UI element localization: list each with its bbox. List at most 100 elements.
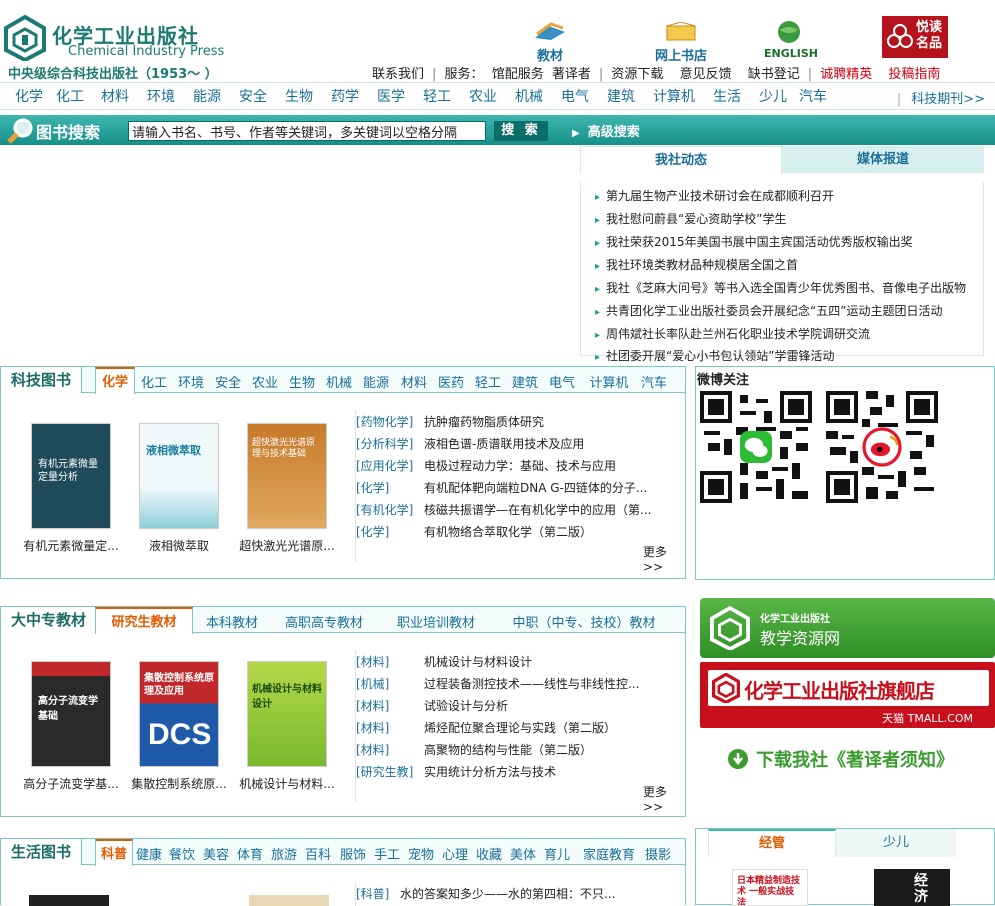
tab-media-reports[interactable]: 媒体报道 <box>782 146 984 173</box>
cat-electrical[interactable]: 电气 <box>561 86 589 106</box>
cat-chemistry[interactable]: 化学 <box>15 86 43 106</box>
news-item[interactable]: 我社慰问蔚县“爱心资助学校”学生 <box>595 210 975 227</box>
press-logo-icon[interactable] <box>4 14 46 63</box>
list-item[interactable]: [材料] 烯烃配位聚合理论与实践（第二版） <box>356 719 616 736</box>
tab-handicraft[interactable]: 手工 <box>374 844 400 863</box>
news-item[interactable]: 共青团化学工业出版社委员会开展纪念“五四”运动主题团日活动 <box>595 302 975 319</box>
cat-chem-eng[interactable]: 化工 <box>56 86 84 106</box>
book-card[interactable]: 集散控制系统原理及应用 DCS 集散控制系统原... <box>119 661 239 792</box>
tab-electrical[interactable]: 电气 <box>549 372 575 391</box>
news-item[interactable]: 周伟斌社长率队赴兰州石化职业技术学院调研交流 <box>595 325 975 342</box>
tab-job-training[interactable]: 职业培训教材 <box>389 612 483 631</box>
news-item[interactable]: 我社《芝麻大问号》等书入选全国青少年优秀图书、音像电子出版物 <box>595 279 975 296</box>
book-card[interactable]: 液相微萃取 液相微萃取 <box>119 423 239 554</box>
tab-parenting[interactable]: 育儿 <box>544 844 570 863</box>
book-cover[interactable] <box>249 895 329 906</box>
news-item[interactable]: 社团委开展“爱心小书包认领站”学雷锋活动 <box>595 347 975 364</box>
list-item[interactable]: [研究生教] 实用统计分析方法与技术 <box>356 763 556 780</box>
tab-secondary-vocational[interactable]: 中职（中专、技校）教材 <box>509 612 659 631</box>
cat-safety[interactable]: 安全 <box>239 86 267 106</box>
textbook-link[interactable]: 教材 <box>530 22 570 64</box>
tmall-store-banner[interactable]: 化学工业出版社旗舰店 天猫 TMALL.COM <box>700 662 995 728</box>
tab-sports[interactable]: 体育 <box>237 844 263 863</box>
teaching-resources-banner[interactable]: 化学工业出版社 教学资源网 <box>700 598 995 658</box>
cat-light-industry[interactable]: 轻工 <box>423 86 451 106</box>
online-bookstore-link[interactable]: 网上书店 <box>648 21 714 64</box>
tab-chem-eng[interactable]: 化工 <box>141 372 167 391</box>
search-button[interactable]: 搜 索 <box>494 121 548 141</box>
list-item[interactable]: [药物化学] 抗肿瘤药物脂质体研究 <box>356 413 544 430</box>
link-authors[interactable]: 著译者 <box>552 67 591 82</box>
download-author-guide-link[interactable]: 下载我社《著译者须知》 <box>756 746 954 772</box>
tab-dining[interactable]: 餐饮 <box>169 844 195 863</box>
link-jobs[interactable]: 诚聘精英 <box>820 67 872 82</box>
tab-materials[interactable]: 材料 <box>401 372 427 391</box>
cat-agriculture[interactable]: 农业 <box>469 86 497 106</box>
list-item[interactable]: [有机化学] 核磁共振谱学—在有机化学中的应用（第... <box>356 501 651 518</box>
list-item[interactable]: [材料] 试验设计与分析 <box>356 697 508 714</box>
cat-machinery[interactable]: 机械 <box>515 86 543 106</box>
tab-apparel[interactable]: 服饰 <box>340 844 366 863</box>
tab-press-news[interactable]: 我社动态 <box>580 146 782 173</box>
book-card[interactable]: 超快激光光谱原理与技术基础 超快激光光谱原... <box>227 423 347 554</box>
tab-travel[interactable]: 旅游 <box>271 844 297 863</box>
news-item[interactable]: 我社环境类教材品种规模居全国之首 <box>595 256 975 273</box>
tech-more-link[interactable]: 更多>> <box>643 543 685 574</box>
tab-machinery[interactable]: 机械 <box>326 372 352 391</box>
tab-children[interactable]: 少儿 <box>836 829 956 857</box>
link-contact[interactable]: 联系我们 <box>372 67 424 82</box>
link-submission[interactable]: 投稿指南 <box>888 67 940 82</box>
book-card[interactable]: 高分子流变学基础 高分子流变学基... <box>11 661 131 792</box>
list-item[interactable]: [科普] 水的答案知多少——水的第四相：不只... <box>356 885 615 902</box>
tab-safety[interactable]: 安全 <box>215 372 241 391</box>
textbook-more-link[interactable]: 更多>> <box>643 783 685 814</box>
cat-biology[interactable]: 生物 <box>285 86 313 106</box>
list-item[interactable]: [化学] 有机物络合萃取化学（第二版） <box>356 523 592 540</box>
tab-pets[interactable]: 宠物 <box>408 844 434 863</box>
book-card[interactable]: 有机元素微量定量分析 有机元素微量定... <box>11 423 131 554</box>
link-library-service[interactable]: 馆配服务 <box>492 67 544 82</box>
tab-undergraduate[interactable]: 本科教材 <box>199 612 265 631</box>
tab-construction[interactable]: 建筑 <box>512 372 538 391</box>
list-item[interactable]: [应用化学] 电极过程动力学：基础、技术与应用 <box>356 457 616 474</box>
tab-body-shaping[interactable]: 美体 <box>510 844 536 863</box>
tab-encyclopedia[interactable]: 百科 <box>305 844 331 863</box>
advanced-search-link[interactable]: ▶ 高级搜索 <box>572 121 640 140</box>
cat-medicine[interactable]: 医学 <box>377 86 405 106</box>
tab-collecting[interactable]: 收藏 <box>476 844 502 863</box>
cat-children[interactable]: 少儿 <box>759 86 787 106</box>
news-item[interactable]: 我社荣获2015年美国书展中国主宾国活动优秀版权输出奖 <box>595 233 975 250</box>
cat-computer[interactable]: 计算机 <box>653 86 695 106</box>
cat-auto[interactable]: 汽车 <box>799 86 827 106</box>
tab-popular-science[interactable]: 科普 <box>95 839 133 866</box>
cat-materials[interactable]: 材料 <box>101 86 129 106</box>
tab-beauty[interactable]: 美容 <box>203 844 229 863</box>
list-item[interactable]: [机械] 过程装备测控技术——线性与非线性控... <box>356 675 639 692</box>
tab-chemistry[interactable]: 化学 <box>95 367 135 394</box>
cat-environment[interactable]: 环境 <box>147 86 175 106</box>
tab-family-education[interactable]: 家庭教育 <box>583 844 635 863</box>
tab-auto[interactable]: 汽车 <box>641 372 667 391</box>
tab-psychology[interactable]: 心理 <box>442 844 468 863</box>
search-input[interactable] <box>128 121 486 141</box>
list-item[interactable]: [材料] 机械设计与材料设计 <box>356 653 532 670</box>
cat-life[interactable]: 生活 <box>713 86 741 106</box>
tab-environment[interactable]: 环境 <box>178 372 204 391</box>
news-item[interactable]: 第九届生物产业技术研讨会在成都顺利召开 <box>595 187 975 204</box>
tab-vocational-college[interactable]: 高职高专教材 <box>279 612 369 631</box>
book-cover[interactable] <box>29 895 109 906</box>
yuedu-logo-icon[interactable]: 悦读名品 <box>882 16 948 58</box>
tab-light-industry[interactable]: 轻工 <box>475 372 501 391</box>
cat-energy[interactable]: 能源 <box>193 86 221 106</box>
periodical-link[interactable]: | 科技期刊>> <box>897 88 985 107</box>
tab-management[interactable]: 经管 <box>708 829 836 857</box>
cat-construction[interactable]: 建筑 <box>607 86 635 106</box>
tab-medicine[interactable]: 医药 <box>438 372 464 391</box>
tab-energy[interactable]: 能源 <box>363 372 389 391</box>
cat-pharmacy[interactable]: 药学 <box>331 86 359 106</box>
list-item[interactable]: [分析科学] 液相色谱-质谱联用技术及应用 <box>356 435 584 452</box>
link-downloads[interactable]: 资源下载 <box>611 67 663 82</box>
book-card[interactable]: 机械设计与材料设计 机械设计与材料... <box>227 661 347 792</box>
english-link[interactable]: ENGLISH <box>764 20 818 60</box>
book-cover[interactable]: 日本精益制造技术 一般实战技法 <box>732 869 808 906</box>
